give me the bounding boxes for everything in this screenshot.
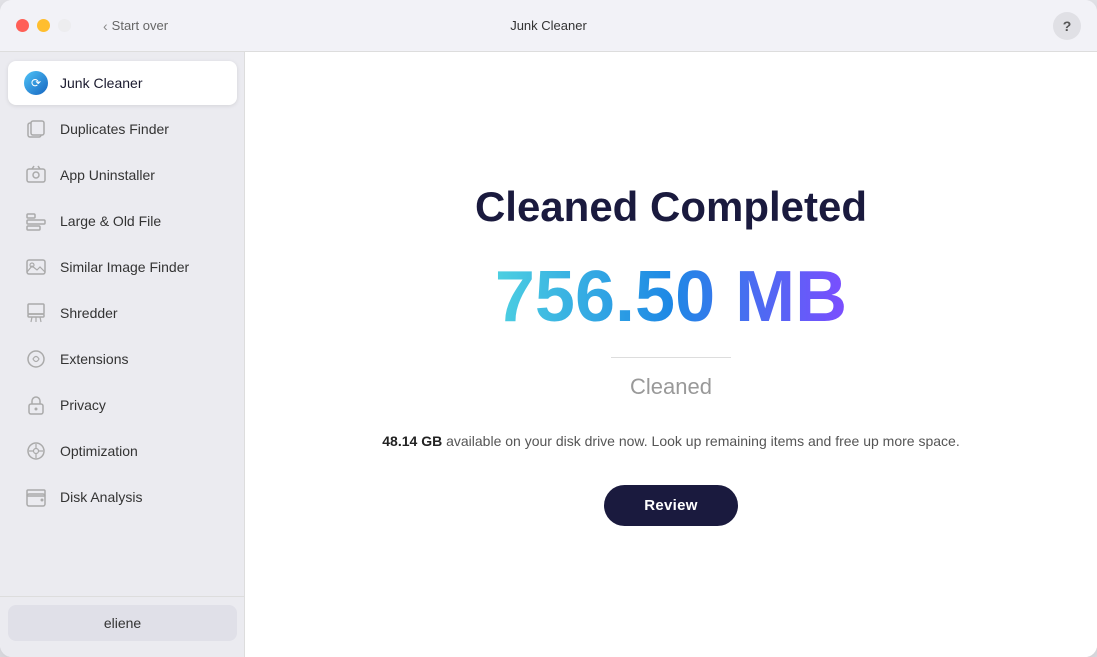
app-window: ‹ Start over Junk Cleaner ? Junk Cleaner bbox=[0, 0, 1097, 657]
cleaned-label: Cleaned bbox=[630, 374, 712, 400]
disk-analysis-icon bbox=[24, 485, 48, 509]
sidebar-label-privacy: Privacy bbox=[60, 397, 106, 413]
content-area: Cleaned Completed 756.50 MB Cleaned 48.1… bbox=[245, 52, 1097, 657]
user-profile[interactable]: eliene bbox=[8, 605, 237, 641]
close-button[interactable] bbox=[16, 19, 29, 32]
sidebar-item-large-old-file[interactable]: Large & Old File bbox=[8, 199, 237, 243]
privacy-icon bbox=[24, 393, 48, 417]
sidebar-footer: eliene bbox=[0, 596, 245, 649]
main-panel: Cleaned Completed 756.50 MB Cleaned 48.1… bbox=[245, 52, 1097, 657]
shredder-icon bbox=[24, 301, 48, 325]
cleaned-title: Cleaned Completed bbox=[475, 183, 867, 231]
optimization-icon bbox=[24, 439, 48, 463]
similar-image-icon bbox=[24, 255, 48, 279]
sidebar-item-privacy[interactable]: Privacy bbox=[8, 383, 237, 427]
sidebar-item-shredder[interactable]: Shredder bbox=[8, 291, 237, 335]
chevron-left-icon: ‹ bbox=[103, 18, 108, 34]
start-over-label: Start over bbox=[112, 18, 168, 33]
help-icon: ? bbox=[1063, 18, 1072, 34]
sidebar-item-duplicates-finder[interactable]: Duplicates Finder bbox=[8, 107, 237, 151]
sidebar-item-app-uninstaller[interactable]: App Uninstaller bbox=[8, 153, 237, 197]
sidebar-label-app-uninstaller: App Uninstaller bbox=[60, 167, 155, 183]
size-display: 756.50 MB bbox=[495, 261, 847, 333]
sidebar-item-disk-analysis[interactable]: Disk Analysis bbox=[8, 475, 237, 519]
sidebar-label-disk-analysis: Disk Analysis bbox=[60, 489, 142, 505]
sidebar-label-optimization: Optimization bbox=[60, 443, 138, 459]
sidebar-label-shredder: Shredder bbox=[60, 305, 118, 321]
window-title: Junk Cleaner bbox=[510, 18, 587, 33]
disk-info: 48.14 GB available on your disk drive no… bbox=[382, 430, 959, 452]
sidebar-label-junk-cleaner: Junk Cleaner bbox=[60, 75, 143, 91]
disk-description: available on your disk drive now. Look u… bbox=[442, 433, 960, 449]
sidebar-item-junk-cleaner[interactable]: Junk Cleaner bbox=[8, 61, 237, 105]
sidebar-label-extensions: Extensions bbox=[60, 351, 128, 367]
traffic-lights bbox=[16, 19, 71, 32]
main-content: Junk Cleaner Duplicates Finder bbox=[0, 52, 1097, 657]
junk-cleaner-icon bbox=[24, 71, 48, 95]
start-over-button[interactable]: ‹ Start over bbox=[103, 18, 168, 34]
sidebar-item-extensions[interactable]: Extensions bbox=[8, 337, 237, 381]
app-uninstaller-icon bbox=[24, 163, 48, 187]
minimize-button[interactable] bbox=[37, 19, 50, 32]
help-button[interactable]: ? bbox=[1053, 12, 1081, 40]
divider bbox=[611, 357, 731, 358]
user-name: eliene bbox=[104, 615, 141, 631]
disk-size: 48.14 GB bbox=[382, 433, 442, 449]
sidebar-label-large-old-file: Large & Old File bbox=[60, 213, 161, 229]
sidebar-label-duplicates-finder: Duplicates Finder bbox=[60, 121, 169, 137]
sidebar-item-optimization[interactable]: Optimization bbox=[8, 429, 237, 473]
duplicates-icon bbox=[24, 117, 48, 141]
title-bar: ‹ Start over Junk Cleaner ? bbox=[0, 0, 1097, 52]
maximize-button[interactable] bbox=[58, 19, 71, 32]
review-button[interactable]: Review bbox=[604, 485, 738, 526]
extensions-icon bbox=[24, 347, 48, 371]
sidebar: Junk Cleaner Duplicates Finder bbox=[0, 52, 245, 657]
sidebar-item-similar-image-finder[interactable]: Similar Image Finder bbox=[8, 245, 237, 289]
sidebar-label-similar-image-finder: Similar Image Finder bbox=[60, 259, 189, 275]
large-old-file-icon bbox=[24, 209, 48, 233]
